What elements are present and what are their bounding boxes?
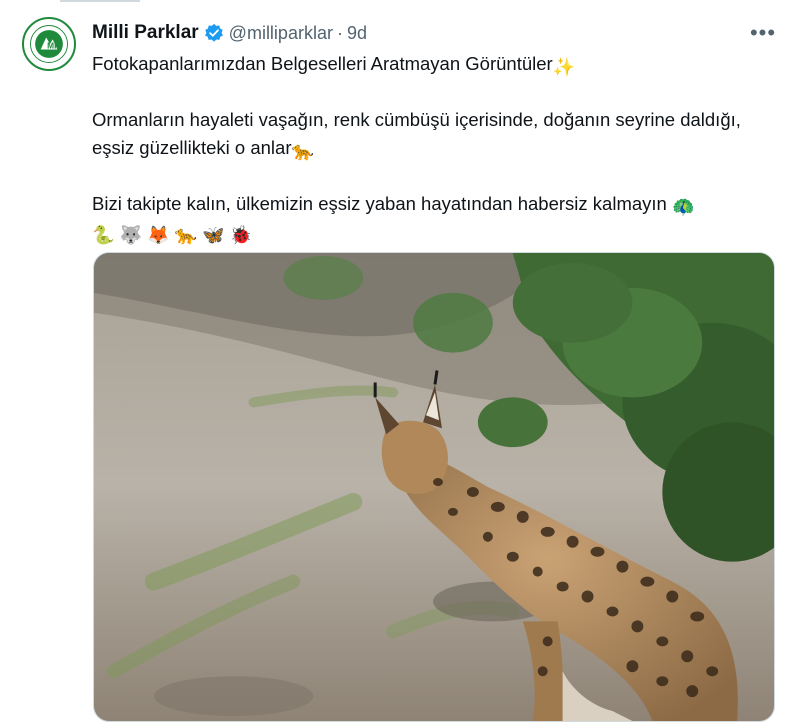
svg-text:MP: MP (47, 41, 60, 51)
tweet-header: Milli Parklar @milliparklar · 9d (92, 20, 367, 46)
verified-badge-icon (204, 23, 224, 43)
wolf-emoji-icon: 🐺 (119, 225, 142, 245)
leopard-emoji-icon: 🐆 (291, 141, 314, 161)
more-options-icon[interactable]: ••• (748, 20, 778, 45)
butterfly-emoji-icon: 🦋 (202, 225, 225, 245)
peacock-emoji-icon: 🦚 (671, 197, 695, 217)
ladybug-emoji-icon: 🐞 (229, 225, 253, 245)
leopard-emoji-icon: 🐆 (174, 225, 198, 245)
tweet-paragraph-3-text: Bizi takipte kalın, ülkemizin eşsiz yaba… (92, 193, 672, 214)
separator-dot: · (336, 22, 343, 43)
lynx-photo (94, 253, 774, 721)
milli-parklar-logo: MP (25, 20, 73, 68)
tweet-paragraph-2-text: Ormanların hayaleti vaşağın, renk cümbüş… (92, 109, 741, 158)
author-handle[interactable]: @milliparklar (229, 23, 333, 44)
sparkles-emoji-icon: ✨ (552, 57, 576, 77)
fox-emoji-icon: 🦊 (147, 225, 170, 245)
tweet-title: Fotokapanlarımızdan Belgeselleri Aratmay… (92, 53, 553, 74)
more-options-glyph: ••• (749, 20, 777, 45)
tweet-text: Fotokapanlarımızdan Belgeselleri Aratmay… (92, 50, 782, 246)
tweet-media[interactable] (93, 252, 775, 722)
divider-top (60, 0, 140, 2)
snake-emoji-icon: 🐍 (92, 225, 115, 245)
tweet-paragraph-2: Ormanların hayaleti vaşağın, renk cümbüş… (92, 106, 782, 162)
tweet-paragraph-3: Bizi takipte kalın, ülkemizin eşsiz yaba… (92, 190, 782, 246)
author-name[interactable]: Milli Parklar (92, 22, 199, 44)
tweet-timestamp[interactable]: 9d (347, 23, 367, 44)
avatar[interactable]: MP (22, 17, 76, 71)
tweet-line-1: Fotokapanlarımızdan Belgeselleri Aratmay… (92, 50, 782, 78)
